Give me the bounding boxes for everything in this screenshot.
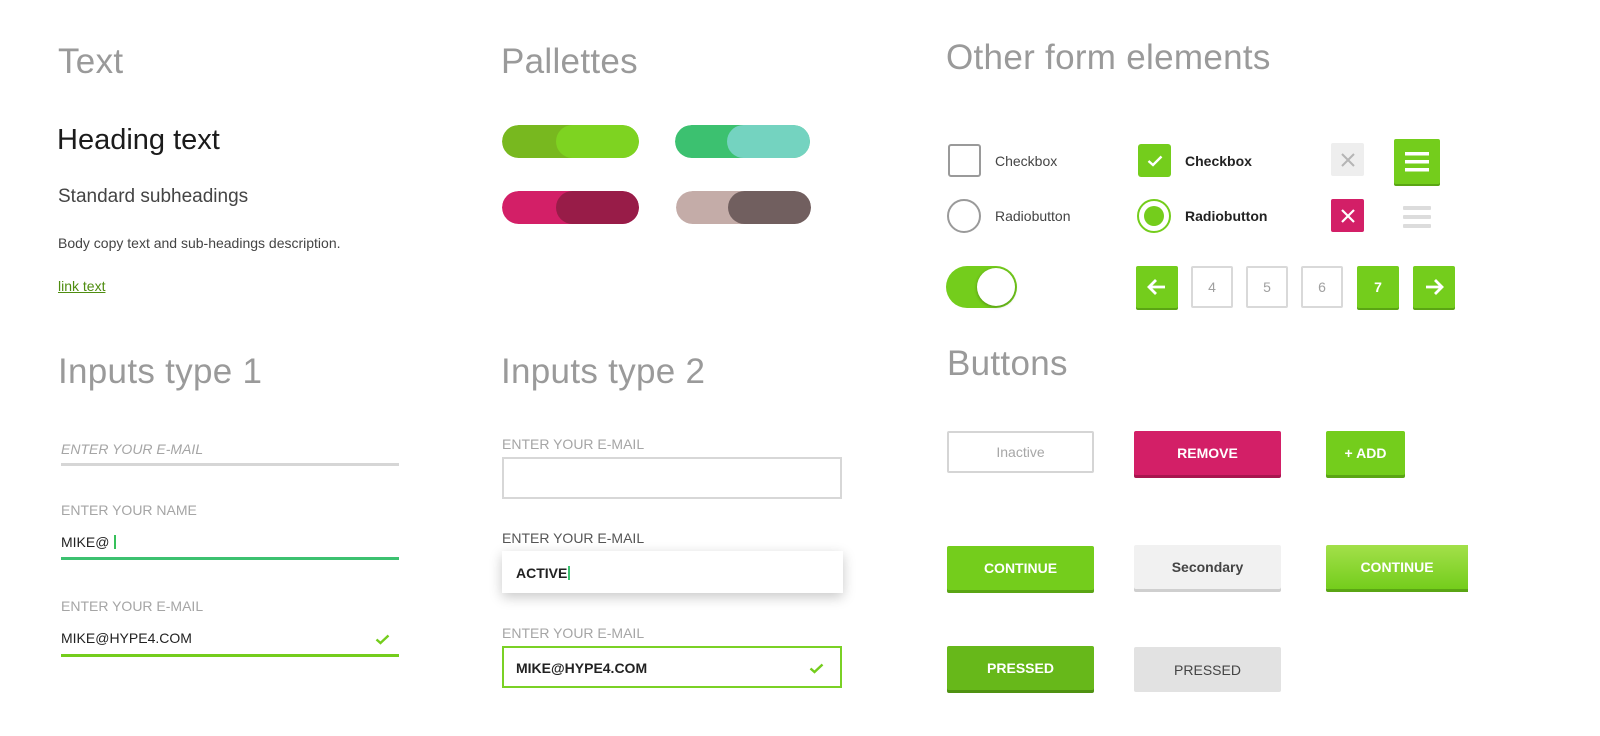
checkbox-label: Checkbox xyxy=(995,153,1058,169)
radio-unselected[interactable] xyxy=(947,199,981,233)
arrow-left-icon xyxy=(1147,279,1165,295)
inputs1-section-title: Inputs type 1 xyxy=(58,352,263,391)
link-text[interactable]: link text xyxy=(58,278,105,294)
inputs2-section-title: Inputs type 2 xyxy=(501,352,706,391)
radio-dot xyxy=(1144,206,1164,226)
pressed-secondary-button[interactable]: PRESSED xyxy=(1134,647,1281,692)
close-button-light[interactable] xyxy=(1331,143,1364,176)
inputs1-email-valid-field[interactable] xyxy=(61,654,399,657)
inputs2-active-value: ACTIVE xyxy=(516,565,568,581)
buttons-section-title: Buttons xyxy=(947,344,1068,383)
hamburger-icon xyxy=(1405,151,1429,171)
inputs1-email-placeholder: ENTER YOUR E-MAIL xyxy=(61,441,204,457)
palette-swatch-teal xyxy=(675,125,810,158)
secondary-button[interactable]: Secondary xyxy=(1134,545,1281,589)
inputs1-name-field[interactable] xyxy=(61,557,399,560)
arrow-right-icon xyxy=(1426,279,1444,295)
heading-text: Heading text xyxy=(57,124,220,156)
toggle-knob xyxy=(977,268,1015,306)
menu-button[interactable] xyxy=(1394,139,1440,184)
body-copy-text: Body copy text and sub-headings descript… xyxy=(58,235,341,251)
palette-swatch-taupe-overlay xyxy=(728,191,811,224)
palette-swatch-magenta-overlay xyxy=(556,191,639,224)
pagination-page-4[interactable]: 4 xyxy=(1191,266,1233,308)
pagination-next-button[interactable] xyxy=(1413,266,1455,308)
inputs1-name-value: MIKE@ xyxy=(61,534,110,550)
inputs2-email-label-2: ENTER YOUR E-MAIL xyxy=(502,530,645,546)
remove-button[interactable]: REMOVE xyxy=(1134,431,1281,475)
inputs1-name-label: ENTER YOUR NAME xyxy=(61,502,197,518)
close-button-magenta[interactable] xyxy=(1331,199,1364,232)
radio-selected-label: Radiobutton xyxy=(1185,208,1268,224)
inputs1-email-field[interactable] xyxy=(61,463,399,466)
checkbox-checked[interactable] xyxy=(1138,144,1171,177)
close-icon xyxy=(1340,152,1355,167)
palette-swatch-green-overlay xyxy=(556,125,639,158)
radio-selected[interactable] xyxy=(1137,199,1171,233)
check-icon xyxy=(1147,155,1162,167)
pressed-primary-button[interactable]: PRESSED xyxy=(947,646,1094,690)
subheading-text: Standard subheadings xyxy=(58,186,249,207)
close-icon xyxy=(1340,208,1355,223)
inactive-button[interactable]: Inactive xyxy=(947,431,1094,473)
palette-swatch-magenta xyxy=(502,191,639,224)
pagination-page-6[interactable]: 6 xyxy=(1301,266,1343,308)
text-section-title: Text xyxy=(58,42,124,81)
pagination-page-5[interactable]: 5 xyxy=(1246,266,1288,308)
inputs2-email-label-1: ENTER YOUR E-MAIL xyxy=(502,436,645,452)
inputs1-email-value: MIKE@HYPE4.COM xyxy=(61,630,192,646)
inputs2-valid-value: MIKE@HYPE4.COM xyxy=(516,660,648,676)
check-icon xyxy=(809,661,824,679)
palette-swatch-green xyxy=(502,125,639,158)
inputs2-email-field-valid[interactable]: MIKE@HYPE4.COM xyxy=(502,646,842,688)
pagination-page-7-current[interactable]: 7 xyxy=(1357,266,1399,308)
radio-label: Radiobutton xyxy=(995,208,1071,224)
check-icon xyxy=(375,632,390,650)
palettes-section-title: Pallettes xyxy=(501,42,638,81)
inputs2-email-field-active[interactable]: ACTIVE xyxy=(502,551,843,593)
other-form-section-title: Other form elements xyxy=(946,38,1271,77)
inputs2-email-label-3: ENTER YOUR E-MAIL xyxy=(502,625,645,641)
hamburger-icon xyxy=(1403,206,1431,228)
inputs2-email-field-empty[interactable] xyxy=(502,457,842,499)
toggle-switch[interactable] xyxy=(946,266,1017,308)
continue-gradient-button[interactable]: CONTINUE xyxy=(1326,545,1468,589)
checkbox-unchecked[interactable] xyxy=(948,144,981,177)
menu-button-inactive[interactable] xyxy=(1403,206,1431,233)
inputs1-email-label: ENTER YOUR E-MAIL xyxy=(61,598,204,614)
checkbox-checked-label: Checkbox xyxy=(1185,153,1252,169)
pagination-prev-button[interactable] xyxy=(1136,266,1178,308)
palette-swatch-taupe xyxy=(676,191,811,224)
continue-button[interactable]: CONTINUE xyxy=(947,546,1094,590)
text-caret xyxy=(114,535,116,549)
add-button[interactable]: + ADD xyxy=(1326,431,1405,475)
text-caret xyxy=(568,566,570,580)
palette-swatch-teal-overlay xyxy=(727,125,810,158)
